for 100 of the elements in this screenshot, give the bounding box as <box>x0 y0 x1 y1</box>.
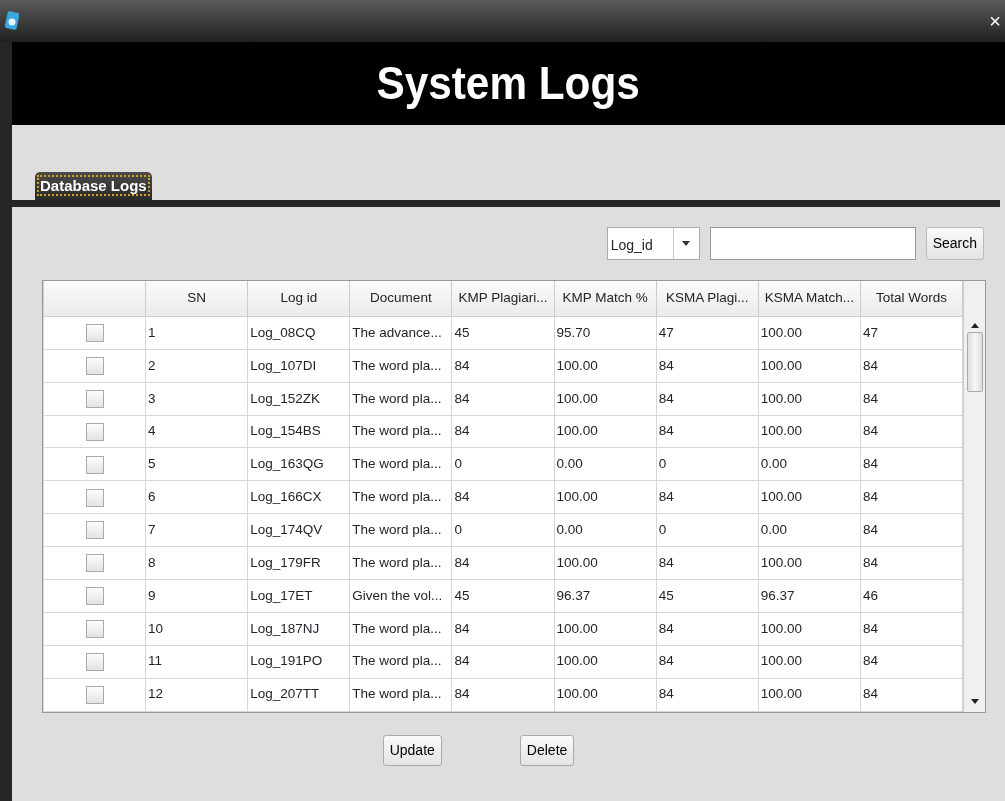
close-button[interactable]: × <box>987 11 1003 31</box>
table-cell: 3 <box>145 382 248 416</box>
table-cell: 84 <box>451 415 555 448</box>
table-cell: The advance... <box>349 316 452 350</box>
row-checkbox[interactable] <box>85 390 104 408</box>
row-checkbox[interactable] <box>85 357 104 376</box>
column-header: SN <box>145 280 248 317</box>
table-cell: 84 <box>656 678 759 711</box>
table-cell: 0 <box>656 513 759 547</box>
table-cell: 45 <box>451 579 555 613</box>
table-cell: 0.00 <box>554 513 657 547</box>
table-cell: 7 <box>145 513 248 547</box>
table-cell: Log_107DI <box>247 349 350 383</box>
scroll-up-icon[interactable] <box>970 322 979 328</box>
table-cell: 100.00 <box>758 480 861 514</box>
table-cell: 84 <box>451 382 555 416</box>
table-cell: 100.00 <box>554 480 657 514</box>
column-header: KSMA Match... <box>758 280 861 317</box>
table-cell: 6 <box>145 480 248 514</box>
table-cell: 100.00 <box>554 678 657 711</box>
scroll-thumb[interactable] <box>966 331 983 392</box>
table-cell: 84 <box>860 513 963 547</box>
table-cell: 95.70 <box>554 316 657 350</box>
table-cell: Log_17ET <box>247 579 350 613</box>
table-cell: 0 <box>656 448 759 481</box>
table-cell: 9 <box>145 579 248 613</box>
table-cell: Log_187NJ <box>247 612 350 646</box>
field-select[interactable]: Log_id <box>606 226 700 260</box>
table-cell: 47 <box>656 316 759 350</box>
table-cell: 84 <box>451 546 555 580</box>
column-header: Total Words <box>860 280 963 317</box>
table-cell: Log_166CX <box>247 480 350 514</box>
table-cell: 84 <box>860 480 963 514</box>
page-title: System Logs <box>376 55 641 111</box>
row-checkbox[interactable] <box>85 685 104 704</box>
row-checkbox[interactable] <box>85 652 104 671</box>
table-cell: Given the vol... <box>349 579 452 613</box>
column-header: Document <box>349 280 452 317</box>
table-cell: 84 <box>451 612 555 646</box>
table-cell: 2 <box>145 349 248 383</box>
row-checkbox[interactable] <box>85 620 104 638</box>
table-cell: 84 <box>451 349 555 383</box>
table-cell: 100.00 <box>758 645 861 678</box>
table-cell: 84 <box>656 382 759 416</box>
row-checkbox[interactable] <box>85 422 104 441</box>
table-cell: Log_154BS <box>247 415 350 448</box>
row-checkbox[interactable] <box>85 488 104 507</box>
table-cell: 100.00 <box>554 415 657 448</box>
table-cell: 96.37 <box>554 579 657 613</box>
table-cell: 100.00 <box>758 678 861 711</box>
table-cell: The word pla... <box>349 480 452 514</box>
scrollbar[interactable] <box>963 280 985 712</box>
table-cell: 84 <box>656 349 759 383</box>
table-cell: 84 <box>656 480 759 514</box>
table-cell: The word pla... <box>349 645 452 678</box>
table-cell: 10 <box>145 612 248 646</box>
table-cell: 45 <box>451 316 555 350</box>
table-cell: 100.00 <box>758 612 861 646</box>
search-field[interactable] <box>709 226 916 260</box>
table-cell: 100.00 <box>758 415 861 448</box>
table-cell: Log_179FR <box>247 546 350 580</box>
table-cell: 84 <box>860 415 963 448</box>
column-header: KMP Match % <box>554 280 657 317</box>
table-cell: The word pla... <box>349 546 452 580</box>
table-cell: 100.00 <box>554 546 657 580</box>
row-checkbox[interactable] <box>85 587 104 606</box>
table-cell: 5 <box>145 448 248 481</box>
delete-button[interactable]: Delete <box>519 734 575 766</box>
table-cell: 1 <box>145 316 248 350</box>
table-cell: 100.00 <box>758 349 861 383</box>
table-cell: 84 <box>451 645 555 678</box>
table-cell: 100.00 <box>758 316 861 350</box>
row-checkbox[interactable] <box>85 521 104 540</box>
update-button[interactable]: Update <box>382 734 442 766</box>
table-cell: 84 <box>656 645 759 678</box>
table-cell: 84 <box>451 480 555 514</box>
table-cell: The word pla... <box>349 415 452 448</box>
row-checkbox[interactable] <box>85 324 104 343</box>
table-cell: 100.00 <box>554 349 657 383</box>
table-cell: The word pla... <box>349 349 452 383</box>
table-cell: The word pla... <box>349 513 452 547</box>
table-cell: The word pla... <box>349 448 452 481</box>
table-cell: The word pla... <box>349 612 452 646</box>
table-cell: 84 <box>860 382 963 416</box>
table-cell: 84 <box>860 612 963 646</box>
scroll-down-icon[interactable] <box>970 698 979 704</box>
search-button[interactable]: Search <box>925 226 984 260</box>
table-cell: 11 <box>145 645 248 678</box>
row-checkbox[interactable] <box>85 455 104 474</box>
table-cell: 84 <box>656 415 759 448</box>
tab[interactable]: Database Logs <box>35 172 152 200</box>
table-cell: 100.00 <box>554 612 657 646</box>
row-checkbox[interactable] <box>85 554 104 573</box>
table-cell: 0.00 <box>758 513 861 547</box>
table-cell: 100.00 <box>758 382 861 416</box>
table-cell: 84 <box>656 546 759 580</box>
table-cell: 100.00 <box>554 645 657 678</box>
table-cell: 0 <box>451 513 555 547</box>
table-cell: 12 <box>145 678 248 711</box>
table-cell: 84 <box>860 448 963 481</box>
